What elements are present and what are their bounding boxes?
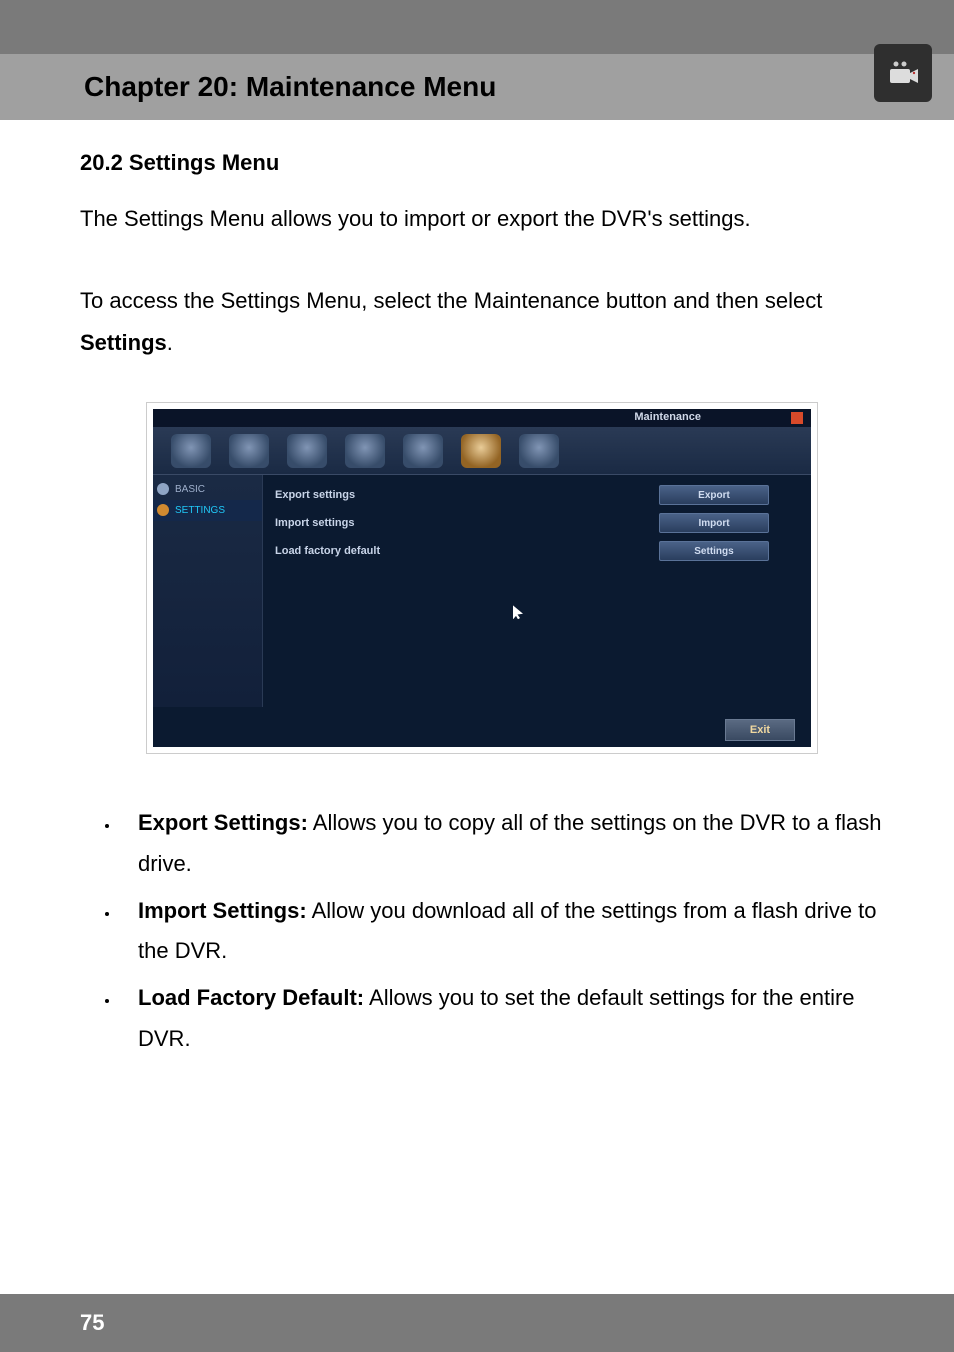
close-icon[interactable] bbox=[791, 412, 803, 424]
export-button[interactable]: Export bbox=[659, 485, 769, 505]
access-text-pre: To access the Settings Menu, select the … bbox=[80, 288, 822, 313]
tab-camera-icon[interactable] bbox=[229, 434, 269, 468]
exit-button[interactable]: Exit bbox=[725, 719, 795, 741]
list-item: Import Settings: Allow you download all … bbox=[120, 891, 884, 972]
gear-icon bbox=[157, 504, 169, 516]
sidebar-label: SETTINGS bbox=[175, 505, 225, 516]
tab-system-icon[interactable] bbox=[171, 434, 211, 468]
screenshot-titlebar: Maintenance bbox=[153, 409, 811, 427]
feature-list: Export Settings: Allows you to copy all … bbox=[80, 803, 884, 1059]
row-import: Import settings Import bbox=[275, 509, 799, 537]
import-button[interactable]: Import bbox=[659, 513, 769, 533]
cursor-icon bbox=[513, 605, 523, 619]
list-item: Export Settings: Allows you to copy all … bbox=[120, 803, 884, 884]
label-import-settings: Import settings bbox=[275, 517, 659, 529]
chapter-bar: Chapter 20: Maintenance Menu bbox=[0, 54, 954, 120]
sidebar-item-basic[interactable]: BASIC bbox=[153, 479, 262, 500]
tab-disk-icon[interactable] bbox=[345, 434, 385, 468]
sliders-icon bbox=[157, 483, 169, 495]
bullet-term: Load Factory Default: bbox=[138, 985, 364, 1010]
section-heading: 20.2 Settings Menu bbox=[80, 150, 884, 176]
settings-screenshot: Maintenance BASIC SETTINGS bbox=[147, 403, 817, 753]
dvr-camera-icon bbox=[874, 44, 932, 102]
sidebar-label: BASIC bbox=[175, 484, 205, 495]
list-item: Load Factory Default: Allows you to set … bbox=[120, 978, 884, 1059]
bullet-term: Export Settings: bbox=[138, 810, 308, 835]
label-load-factory-default: Load factory default bbox=[275, 545, 659, 557]
row-factory: Load factory default Settings bbox=[275, 537, 799, 565]
screenshot-sidebar: BASIC SETTINGS bbox=[153, 475, 263, 707]
screenshot-body: BASIC SETTINGS Export settings Export Im… bbox=[153, 475, 811, 707]
screenshot-footer: Exit bbox=[725, 719, 795, 741]
chapter-title: Chapter 20: Maintenance Menu bbox=[84, 71, 496, 103]
page-content: 20.2 Settings Menu The Settings Menu all… bbox=[0, 120, 954, 1060]
tab-maintenance-icon[interactable] bbox=[461, 434, 501, 468]
screenshot-tabstrip bbox=[153, 427, 811, 475]
tab-info-icon[interactable] bbox=[403, 434, 443, 468]
label-export-settings: Export settings bbox=[275, 489, 659, 501]
sidebar-item-settings[interactable]: SETTINGS bbox=[153, 500, 262, 521]
row-export: Export settings Export bbox=[275, 481, 799, 509]
bullet-term: Import Settings: bbox=[138, 898, 307, 923]
page-header: Chapter 20: Maintenance Menu bbox=[0, 0, 954, 120]
access-text-bold: Settings bbox=[80, 330, 167, 355]
page-footer: 75 bbox=[0, 1294, 954, 1352]
settings-button[interactable]: Settings bbox=[659, 541, 769, 561]
page-number: 75 bbox=[80, 1310, 104, 1336]
intro-paragraph: The Settings Menu allows you to import o… bbox=[80, 198, 884, 240]
access-paragraph: To access the Settings Menu, select the … bbox=[80, 280, 884, 364]
screenshot-window-title: Maintenance bbox=[634, 411, 701, 423]
tab-search-icon[interactable] bbox=[287, 434, 327, 468]
access-text-post: . bbox=[167, 330, 173, 355]
screenshot-main: Export settings Export Import settings I… bbox=[263, 475, 811, 707]
tab-shutdown-icon[interactable] bbox=[519, 434, 559, 468]
